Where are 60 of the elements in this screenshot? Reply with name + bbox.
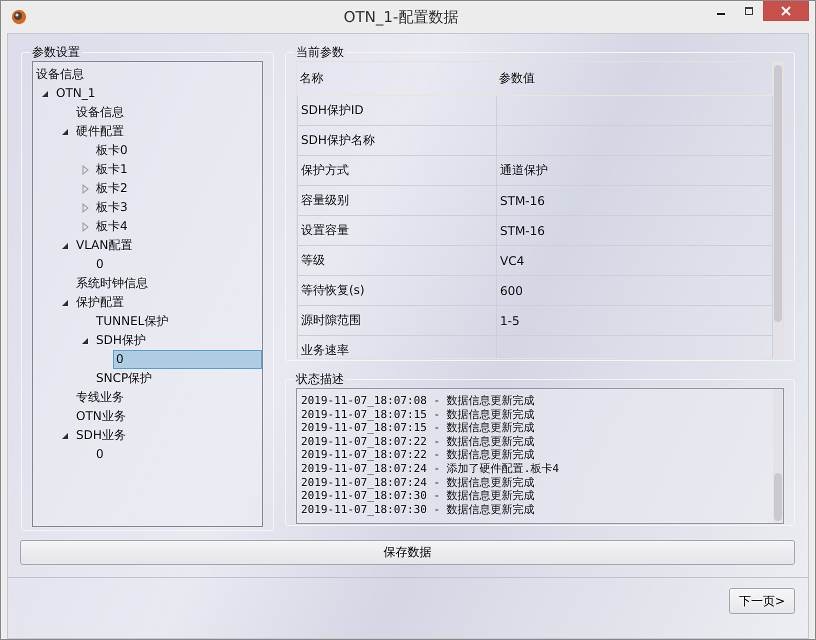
table-cell: 等级	[298, 246, 496, 276]
close-button[interactable]	[763, 1, 809, 21]
table-cell: STM-16	[496, 216, 772, 246]
tree-item[interactable]: 板卡2	[93, 179, 131, 198]
log-line: 2019-11-07_18:07:24 - 添加了硬件配置.板卡4	[301, 462, 560, 476]
table-cell: 600	[496, 276, 772, 306]
table-cell: SDH保护名称	[298, 126, 496, 156]
log-line: 2019-11-07_18:07:22 - 数据信息更新完成	[301, 434, 536, 448]
table-cell: 1-5	[496, 306, 772, 336]
tree-item[interactable]: 系统时钟信息	[73, 274, 151, 293]
log-line: 2019-11-07_18:07:15 - 数据信息更新完成	[301, 408, 536, 422]
tree-item[interactable]: 板卡4	[93, 217, 131, 236]
tree-item[interactable]: 保护配置	[73, 293, 127, 312]
tree-item[interactable]: 板卡1	[93, 160, 131, 179]
table-cell: 保护方式	[298, 156, 496, 186]
table-cell: STM-16	[496, 186, 772, 216]
scrollbar[interactable]	[773, 389, 783, 523]
tree-item[interactable]: 0	[93, 255, 107, 274]
tree-item[interactable]: VLAN配置	[73, 236, 136, 255]
tree-item[interactable]: OTN业务	[73, 407, 129, 426]
log-line: 2019-11-07_18:07:15 - 数据信息更新完成	[301, 421, 536, 435]
column-header: 名称	[298, 62, 496, 96]
log-line: 2019-11-07_18:07:22 - 数据信息更新完成	[301, 448, 536, 462]
table-cell: 通道保护	[496, 156, 772, 186]
tree-item[interactable]: 硬件配置	[73, 122, 127, 141]
table-cell: SDH保护ID	[298, 96, 496, 126]
table-cell: 源时隙范围	[298, 306, 496, 336]
app-icon	[11, 9, 27, 25]
tree-item[interactable]: 0	[113, 350, 262, 369]
log-line: 2019-11-07_18:07:30 - 数据信息更新完成	[301, 489, 536, 503]
tree-item[interactable]: SNCP保护	[93, 369, 156, 388]
tree-item[interactable]: SDH业务	[73, 426, 129, 445]
window-title: OTN_1-配置数据	[342, 8, 460, 26]
table-cell: 等待恢复(s)	[298, 276, 496, 306]
tree-item[interactable]: OTN_1	[53, 84, 98, 103]
save-button[interactable]: 保存数据	[20, 540, 795, 565]
maximize-icon	[744, 6, 754, 16]
log-line: 2019-11-07_18:07:08 - 数据信息更新完成	[301, 394, 536, 408]
table-cell: 容量级别	[298, 186, 496, 216]
tree-item[interactable]: 专线业务	[73, 388, 127, 407]
tree-item[interactable]: 设备信息	[73, 103, 127, 122]
log-line: 2019-11-07_18:07:30 - 数据信息更新完成	[301, 502, 536, 516]
minimize-icon	[717, 13, 725, 15]
log-line: 2019-11-07_18:07:24 - 数据信息更新完成	[301, 476, 536, 490]
tree-item[interactable]: 板卡0	[93, 141, 131, 160]
group-title: 当前参数	[295, 44, 345, 61]
scrollbar[interactable]	[773, 62, 783, 358]
tree-item[interactable]: 0	[93, 445, 107, 464]
tree-item[interactable]: TUNNEL保护	[93, 312, 172, 331]
group-title: 状态描述	[295, 371, 345, 388]
close-icon	[781, 6, 791, 16]
table-cell: 设置容量	[298, 216, 496, 246]
tree-item[interactable]: 板卡3	[93, 198, 131, 217]
column-header: 参数值	[496, 62, 772, 96]
tree-item[interactable]: SDH保护	[93, 331, 149, 350]
table-cell: 业务速率	[298, 336, 496, 358]
next-page-button[interactable]: 下一页>	[729, 588, 795, 614]
tree-header: 设备信息	[35, 66, 85, 83]
table-cell: VC4	[496, 246, 772, 276]
group-title: 参数设置	[31, 44, 81, 61]
